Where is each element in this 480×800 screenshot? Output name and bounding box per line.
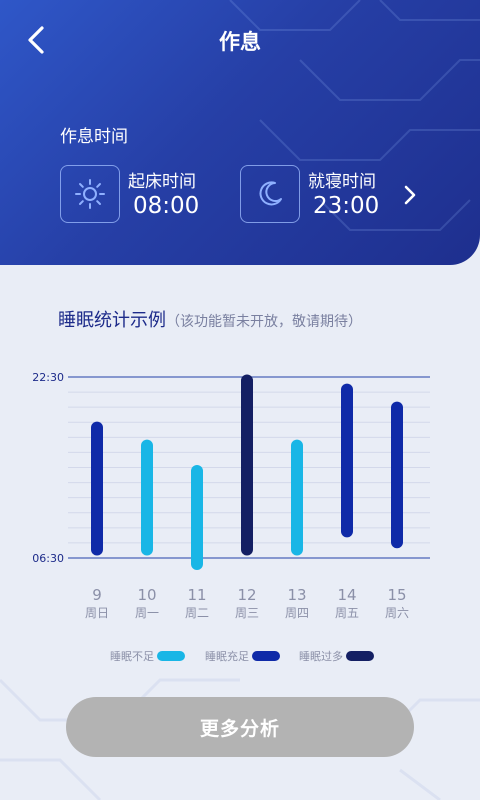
wake-time-label: 起床时间 [128,172,196,192]
legend-swatch [157,651,185,661]
x-tick-day: 10 [137,586,156,604]
moon-icon [240,165,300,223]
x-tick-weekday: 周二 [185,606,209,620]
x-tick-weekday: 周三 [235,606,259,620]
page-title: 作息 [219,30,261,54]
y-tick-label: 06:30 [32,552,64,565]
schedule-section-title: 作息时间 [60,127,128,147]
x-tick-weekday: 周日 [85,606,109,620]
x-tick-day: 13 [287,586,306,604]
legend-item-insufficient: 睡眠不足 [110,648,185,664]
x-tick-day: 12 [237,586,256,604]
x-tick-weekday: 周四 [285,606,309,620]
legend-swatch [252,651,280,661]
x-tick-weekday: 周五 [335,606,359,620]
sleep-stats-note: （该功能暂未开放，敬请期待） [166,314,362,330]
sleep-stats-heading: 睡眠统计示例 [58,310,166,331]
x-tick-day: 11 [187,586,206,604]
sleep-time-value: 23:00 [313,193,380,219]
x-tick-weekday: 周六 [385,606,409,620]
x-tick-weekday: 周一 [135,606,159,620]
legend-swatch [346,651,374,661]
more-analysis-button[interactable]: 更多分析 [66,697,414,757]
sleep-stats-title: 睡眠统计示例（该功能暂未开放，敬请期待） [58,306,362,332]
sleep-time-label: 就寝时间 [308,172,376,192]
legend-label: 睡眠充足 [205,650,249,663]
y-tick-label: 22:30 [32,371,64,384]
sun-icon [60,165,120,223]
legend-item-sufficient: 睡眠充足 [205,648,280,664]
legend-label: 睡眠不足 [110,650,154,663]
x-tick-day: 15 [387,586,406,604]
chevron-right-icon[interactable] [400,183,420,207]
legend-item-excess: 睡眠过多 [299,648,374,664]
x-tick-day: 14 [337,586,356,604]
x-tick-day: 9 [92,586,102,604]
legend-label: 睡眠过多 [299,650,343,663]
header: 作息 作息时间 起床时间 08:00 就寝时间 23:00 [0,0,480,265]
wake-time-value: 08:00 [133,193,200,219]
sleep-chart: 22:30 06:30 9 周日 10 周一 11 周二 12 周三 13 周四 14 周五 15 周六 [32,371,430,620]
